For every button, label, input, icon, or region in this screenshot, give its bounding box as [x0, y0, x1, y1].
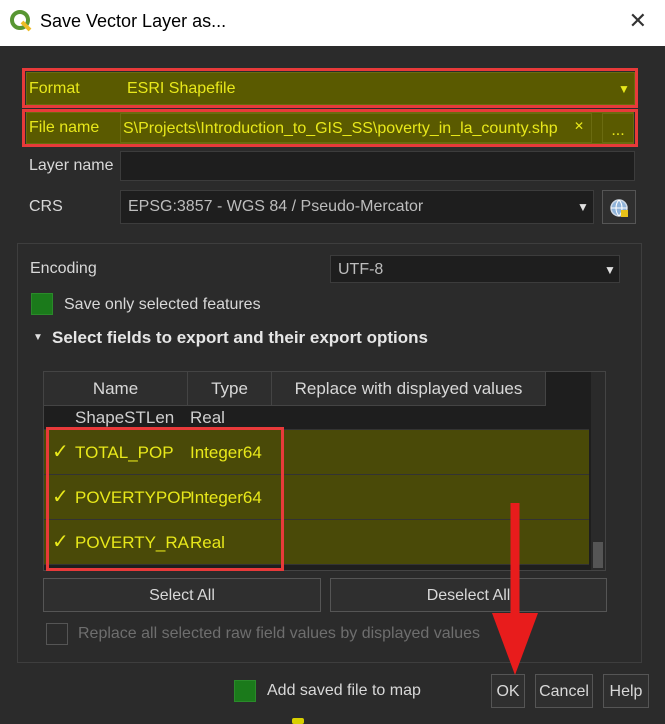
add-to-map-checkbox[interactable]	[234, 680, 256, 702]
row-type: Integer64	[190, 488, 262, 507]
encoding-select[interactable]: UTF-8	[330, 255, 620, 283]
row-name: POVERTY_RA	[75, 533, 190, 552]
replace-values-label: Replace all selected raw field values by…	[78, 625, 480, 642]
table-row[interactable]: ✓ TOTAL_POP Integer64	[44, 430, 589, 475]
ok-button[interactable]: OK	[491, 674, 525, 708]
checkmark-icon[interactable]: ✓	[52, 520, 69, 565]
bottom-scroll-indicator	[292, 718, 304, 724]
collapse-triangle-icon[interactable]: ▼	[33, 332, 43, 343]
chevron-down-icon: ▼	[577, 200, 589, 214]
save-selected-checkbox[interactable]	[31, 293, 53, 315]
add-to-map-label: Add saved file to map	[267, 682, 421, 699]
row-name: ShapeSTLen	[75, 408, 175, 427]
format-select[interactable]	[26, 72, 635, 105]
table-row[interactable]: ShapeSTLen Real	[44, 394, 589, 430]
file-name-input[interactable]: S\Projects\Introduction_to_GIS_SS\povert…	[120, 113, 592, 143]
checkmark-icon[interactable]: ✓	[52, 475, 69, 520]
annotation-arrow	[492, 503, 538, 675]
row-type: Real	[190, 533, 225, 552]
row-type: Real	[190, 408, 225, 427]
close-icon[interactable]: ✕	[629, 9, 647, 34]
row-type: Integer64	[190, 443, 262, 462]
layer-name-label: Layer name	[29, 157, 114, 174]
clear-icon[interactable]: ✕	[574, 119, 584, 133]
crs-selector-button[interactable]	[602, 190, 636, 224]
chevron-down-icon: ▼	[604, 263, 616, 277]
help-button[interactable]: Help	[603, 674, 649, 708]
encoding-value: UTF-8	[338, 261, 384, 278]
row-name: POVERTYPOP	[75, 488, 192, 507]
save-selected-label: Save only selected features	[64, 296, 261, 313]
crs-label: CRS	[29, 198, 63, 215]
crs-value: EPSG:3857 - WGS 84 / Pseudo-Mercator	[128, 198, 424, 215]
title-bar: Save Vector Layer as... ✕	[0, 0, 665, 46]
format-label: Format	[29, 80, 80, 97]
checkmark-icon[interactable]: ✓	[52, 430, 69, 475]
row-name: TOTAL_POP	[75, 443, 174, 462]
file-name-label: File name	[29, 119, 100, 136]
replace-values-checkbox[interactable]	[46, 623, 68, 645]
file-name-value: S\Projects\Introduction_to_GIS_SS\povert…	[123, 120, 558, 137]
chevron-down-icon: ▼	[618, 82, 630, 96]
qgis-logo-icon	[10, 10, 32, 32]
globe-icon	[610, 199, 628, 217]
crs-select[interactable]: EPSG:3857 - WGS 84 / Pseudo-Mercator	[120, 190, 594, 224]
layer-name-input[interactable]	[120, 151, 635, 181]
format-value: ESRI Shapefile	[127, 80, 236, 97]
select-all-button[interactable]: Select All	[43, 578, 321, 612]
cancel-button[interactable]: Cancel	[535, 674, 593, 708]
window-title: Save Vector Layer as...	[40, 11, 227, 31]
fields-section-title[interactable]: Select fields to export and their export…	[52, 328, 428, 348]
deselect-all-button[interactable]: Deselect All	[330, 578, 607, 612]
browse-button[interactable]: ...	[602, 113, 634, 143]
table-scrollbar[interactable]	[591, 372, 605, 570]
encoding-label: Encoding	[30, 260, 97, 277]
scrollbar-thumb[interactable]	[593, 542, 603, 568]
